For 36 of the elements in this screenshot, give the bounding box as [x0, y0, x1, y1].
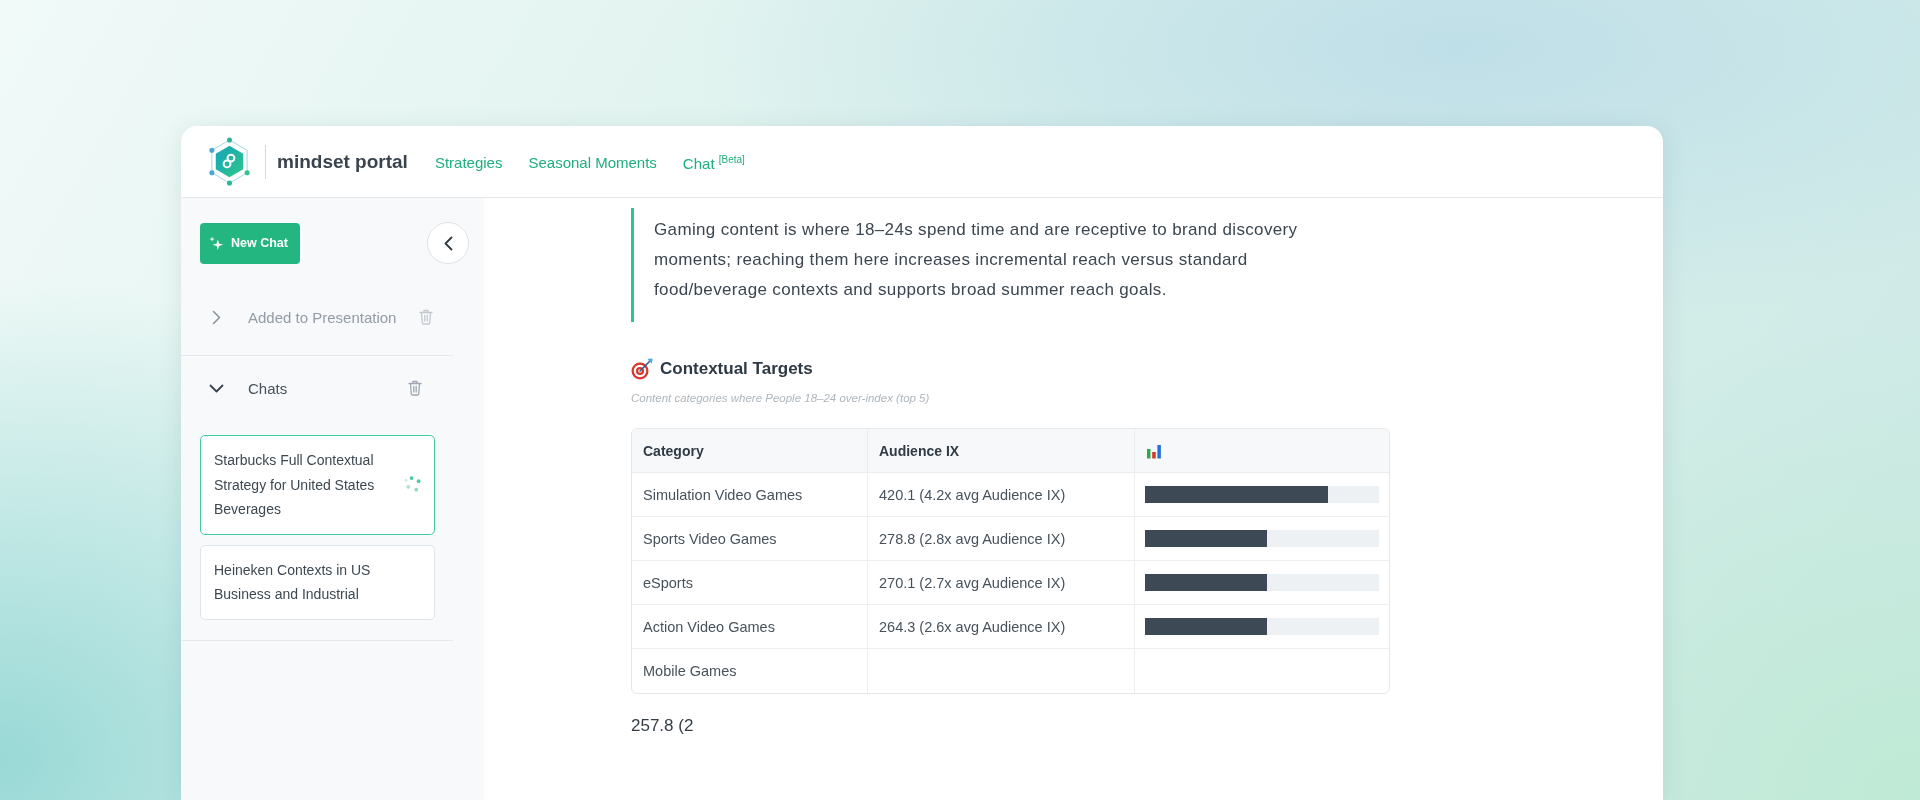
chevron-right-icon: [212, 309, 221, 325]
table-cell: 264.3 (2.6x avg Audience IX): [868, 605, 1135, 649]
target-icon: [631, 358, 653, 380]
trash-icon: [419, 309, 433, 325]
new-chat-button[interactable]: New Chat: [200, 222, 300, 264]
bar-chart-icon: [1146, 442, 1162, 459]
section-toggle[interactable]: Chats: [213, 379, 408, 397]
table-cell: Mobile Games: [632, 649, 868, 693]
quote-text: Gaming content is where 18–24s spend time and are receptive to brand discovery moments; reaching them here increases incremental reach versus standard food/beverage contexts and supports broad summer reach goals.: [631, 208, 1324, 322]
chevron-down-icon: [209, 383, 224, 393]
chat-item[interactable]: Starbucks Full Contextual Strategy for United States Beverages: [200, 435, 435, 535]
trash-icon: [408, 380, 422, 396]
brand-name: mindset portal: [277, 150, 408, 173]
hexagon-logo-icon: [206, 136, 253, 187]
chevron-left-icon: [443, 235, 453, 251]
column-header: Audience IX: [868, 429, 1135, 473]
table-cell: 278.8 (2.8x avg Audience IX): [868, 517, 1135, 561]
table-cell: eSports: [632, 561, 868, 605]
sparkle-icon: [209, 235, 224, 251]
nav-link[interactable]: Strategies: [434, 153, 503, 172]
partial-text: 257.8 (2: [631, 715, 694, 737]
nav-link[interactable]: Chat $^{[Beta]}$: [682, 153, 745, 172]
chat-item[interactable]: Heineken Contexts in US Business and Industrial: [200, 544, 435, 620]
section-subtitle: Content categories where People 18–24 over-index (top 5): [631, 391, 930, 406]
column-header: Category: [632, 429, 868, 473]
table-cell: 420.1 (4.2x avg Audience IX): [868, 473, 1135, 517]
section-toggle[interactable]: Added to Presentation: [213, 308, 419, 326]
table-cell: Action Video Games: [632, 605, 868, 649]
table-cell: 270.1 (2.7x avg Audience IX): [868, 561, 1135, 605]
section-title: Contextual Targets: [660, 358, 813, 380]
table-cell: Simulation Video Games: [632, 473, 868, 517]
collapse-sidebar-button[interactable]: [427, 222, 469, 264]
delete-button[interactable]: [408, 380, 422, 396]
table-cell: Sports Video Games: [632, 517, 868, 561]
delete-button[interactable]: [419, 309, 433, 325]
nav-link[interactable]: Seasonal Moments: [528, 153, 657, 172]
